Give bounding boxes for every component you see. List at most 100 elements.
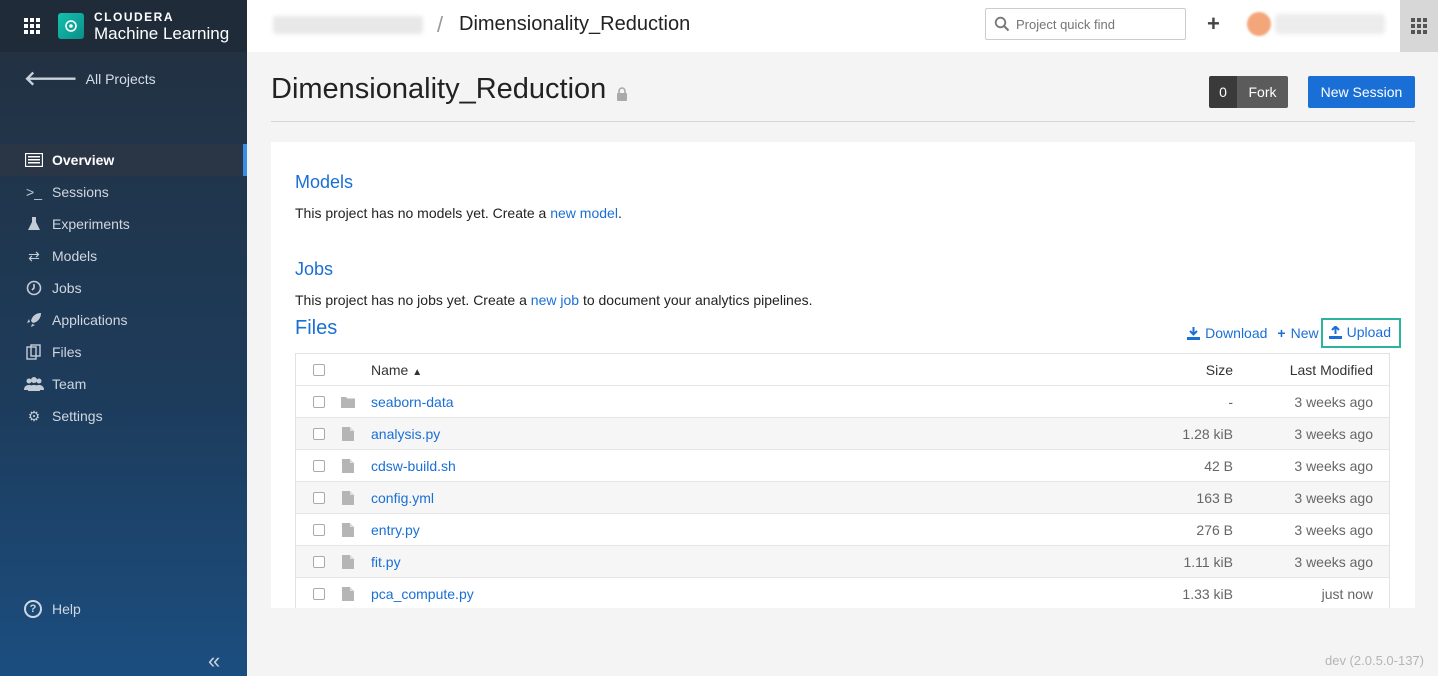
top-bar: / Dimensionality_Reduction +: [247, 0, 1438, 52]
overview-icon: [24, 151, 44, 169]
add-icon[interactable]: +: [1207, 11, 1220, 37]
fork-count: 0: [1209, 76, 1237, 108]
sidebar-item-jobs[interactable]: Jobs: [0, 272, 247, 304]
file-icon: [341, 490, 355, 505]
sidebar-item-label: Experiments: [52, 216, 130, 232]
sidebar-item-team[interactable]: Team: [0, 368, 247, 400]
table-row[interactable]: analysis.py 1.28 kiB 3 weeks ago: [296, 418, 1389, 450]
apps-grid-button[interactable]: [1400, 0, 1438, 52]
rocket-icon: [24, 311, 44, 329]
sidebar-item-settings[interactable]: ⚙ Settings: [0, 400, 247, 432]
brand-text[interactable]: CLOUDERA Machine Learning: [94, 11, 229, 42]
gear-icon: ⚙: [27, 407, 41, 424]
all-projects-link[interactable]: 🡐 All Projects: [24, 66, 156, 91]
sidebar-nav: Overview >_ Sessions Experiments ⇄ Model…: [0, 144, 247, 432]
sidebar-item-applications[interactable]: Applications: [0, 304, 247, 336]
file-modified: 3 weeks ago: [1294, 457, 1373, 474]
table-row[interactable]: entry.py 276 B 3 weeks ago: [296, 514, 1389, 546]
table-row[interactable]: pca_compute.py 1.33 kiB just now: [296, 578, 1389, 608]
sidebar-item-experiments[interactable]: Experiments: [0, 208, 247, 240]
row-checkbox[interactable]: [313, 459, 325, 472]
select-all-checkbox[interactable]: [313, 363, 325, 376]
sidebar-item-label: Jobs: [52, 280, 82, 296]
help-link[interactable]: ? Help: [24, 600, 81, 618]
project-quick-find[interactable]: [985, 8, 1186, 40]
sidebar-item-label: Files: [52, 344, 82, 360]
sidebar-item-overview[interactable]: Overview: [0, 144, 247, 176]
file-size: 1.33 kiB: [1182, 585, 1233, 602]
file-modified: 3 weeks ago: [1294, 489, 1373, 506]
file-name-link[interactable]: config.yml: [371, 490, 1113, 506]
file-name-link[interactable]: cdsw-build.sh: [371, 458, 1113, 474]
download-button[interactable]: Download: [1187, 325, 1267, 341]
row-checkbox[interactable]: [313, 427, 325, 440]
sidebar-item-models[interactable]: ⇄ Models: [0, 240, 247, 272]
file-size: 42 B: [1204, 457, 1233, 474]
brand-product: Machine Learning: [94, 23, 230, 43]
sidebar-item-sessions[interactable]: >_ Sessions: [0, 176, 247, 208]
file-name-link[interactable]: entry.py: [371, 522, 1113, 538]
grid-icon: [1411, 18, 1427, 34]
jobs-text: This project has no jobs yet. Create a n…: [295, 292, 813, 308]
jobs-text-after: to document your analytics pipelines.: [579, 292, 813, 308]
file-size: 276 B: [1196, 521, 1233, 538]
name-column-header[interactable]: Name ▲: [371, 362, 1113, 378]
breadcrumb-redacted[interactable]: [273, 16, 423, 34]
new-label: New: [1290, 325, 1319, 341]
fork-button[interactable]: Fork: [1237, 76, 1288, 108]
models-text: This project has no models yet. Create a…: [295, 205, 622, 221]
new-file-button[interactable]: + New: [1277, 325, 1318, 341]
row-checkbox[interactable]: [313, 395, 325, 408]
all-projects-label: All Projects: [85, 70, 156, 87]
file-modified: 3 weeks ago: [1294, 425, 1373, 442]
table-row[interactable]: seaborn-data - 3 weeks ago: [296, 386, 1389, 418]
download-icon: [1187, 326, 1201, 340]
table-row[interactable]: config.yml 163 B 3 weeks ago: [296, 482, 1389, 514]
page-title: Dimensionality_Reduction: [271, 73, 628, 106]
help-label: Help: [52, 601, 81, 617]
new-session-button[interactable]: New Session: [1308, 76, 1415, 108]
file-name-link[interactable]: fit.py: [371, 554, 1113, 570]
models-heading[interactable]: Models: [295, 172, 353, 193]
search-input[interactable]: [1016, 16, 1176, 32]
new-model-link[interactable]: new model: [550, 205, 618, 221]
file-name-link[interactable]: analysis.py: [371, 426, 1113, 442]
upload-button[interactable]: Upload: [1320, 318, 1401, 348]
search-icon: [994, 16, 1010, 32]
file-size: 163 B: [1196, 489, 1233, 506]
table-row[interactable]: cdsw-build.sh 42 B 3 weeks ago: [296, 450, 1389, 482]
row-checkbox[interactable]: [313, 491, 325, 504]
folder-icon: [341, 396, 355, 408]
clock-icon: [24, 279, 44, 297]
overview-card: Models This project has no models yet. C…: [271, 142, 1415, 608]
files-table: Name ▲ Size Last Modified seaborn-data - 3…: [295, 353, 1390, 608]
table-row[interactable]: fit.py 1.11 kiB 3 weeks ago: [296, 546, 1389, 578]
file-icon: [341, 426, 355, 441]
fork-button-group[interactable]: 0 Fork: [1209, 76, 1288, 108]
file-modified: 3 weeks ago: [1294, 393, 1373, 410]
sidebar-item-files[interactable]: Files: [0, 336, 247, 368]
user-menu-redacted[interactable]: [1275, 14, 1385, 34]
download-label: Download: [1205, 325, 1268, 341]
avatar[interactable]: [1247, 12, 1271, 36]
jobs-heading[interactable]: Jobs: [295, 259, 333, 280]
size-column-header[interactable]: Size: [1113, 362, 1233, 378]
row-checkbox[interactable]: [313, 587, 325, 600]
upload-label: Upload: [1346, 324, 1391, 340]
sidebar: CLOUDERA Machine Learning 🡐 All Projects…: [0, 0, 247, 676]
file-icon: [341, 554, 355, 569]
collapse-sidebar-icon[interactable]: «: [208, 648, 220, 674]
file-icon: [341, 586, 355, 601]
new-job-link[interactable]: new job: [531, 292, 579, 308]
row-checkbox[interactable]: [313, 523, 325, 536]
flask-icon: [24, 215, 44, 233]
plus-icon: +: [1277, 325, 1286, 341]
models-text-before: This project has no models yet. Create a: [295, 205, 551, 221]
file-name-link[interactable]: seaborn-data: [371, 394, 1113, 410]
models-text-after: .: [617, 205, 622, 221]
file-name-link[interactable]: pca_compute.py: [371, 586, 1113, 602]
cloudera-logo-icon: [58, 13, 84, 39]
row-checkbox[interactable]: [313, 555, 325, 568]
modified-column-header[interactable]: Last Modified: [1233, 362, 1389, 378]
app-launcher-icon[interactable]: [24, 18, 40, 34]
